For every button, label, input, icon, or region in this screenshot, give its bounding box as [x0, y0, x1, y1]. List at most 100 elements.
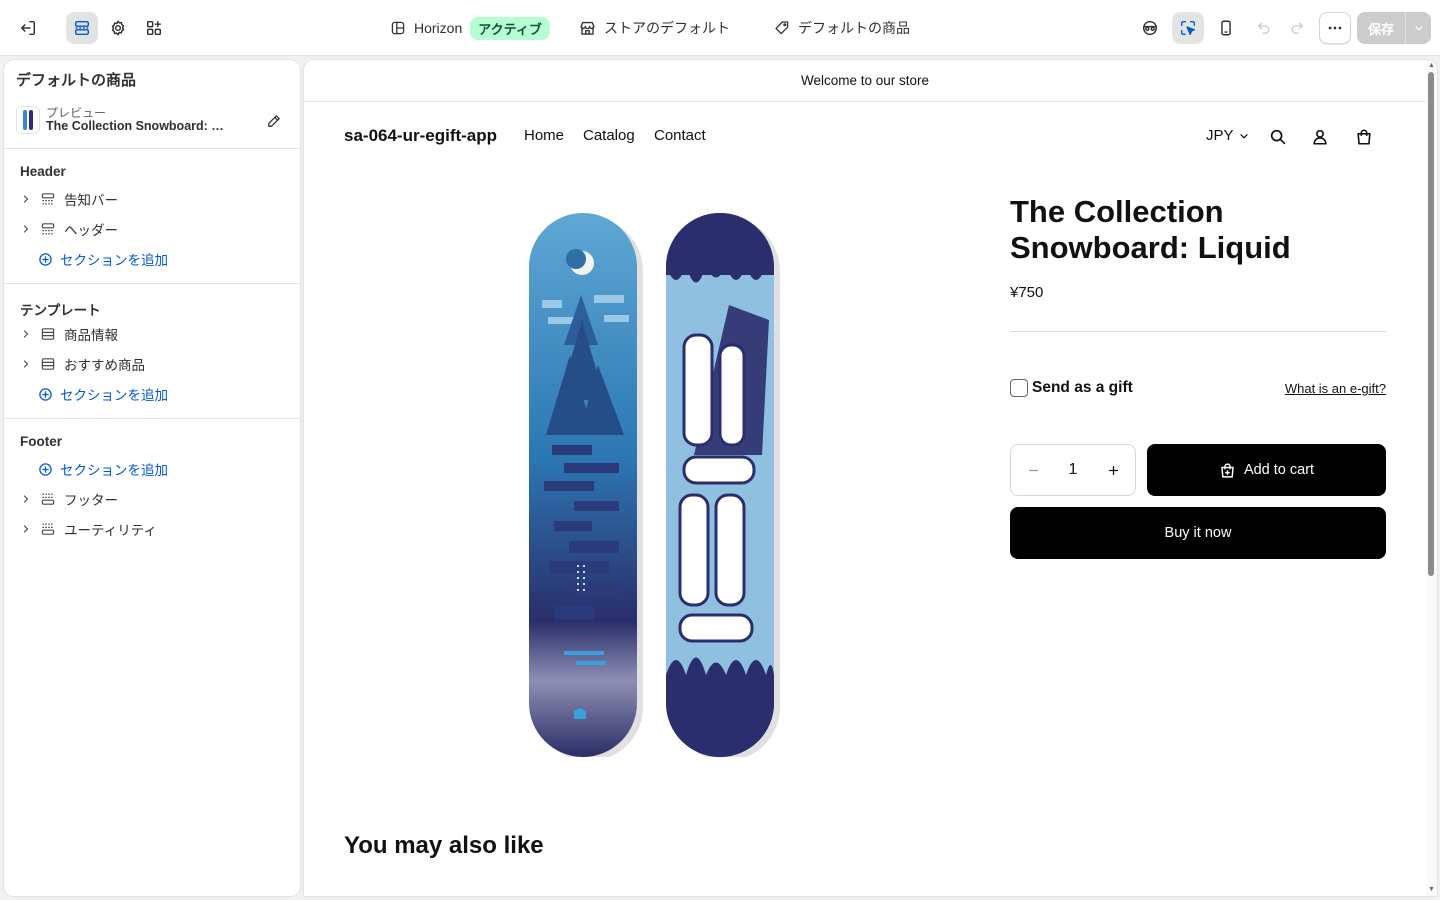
- section-label: ユーティリティ: [64, 523, 157, 538]
- exit-icon: [20, 20, 36, 36]
- group-title-header: Header: [20, 164, 66, 179]
- chevron-right-icon[interactable]: [20, 494, 32, 504]
- search-button[interactable]: [1266, 125, 1290, 149]
- divider: [4, 418, 300, 419]
- group-title-template: テンプレート: [20, 303, 101, 318]
- divider: [4, 283, 300, 284]
- more-actions-button[interactable]: [1319, 12, 1351, 44]
- announcement-bar[interactable]: Welcome to our store: [304, 60, 1426, 102]
- nav-link-home[interactable]: Home: [524, 127, 564, 144]
- add-to-cart-button[interactable]: Add to cart: [1147, 444, 1386, 496]
- store-default-selector[interactable]: ストアのデフォルト: [579, 16, 730, 40]
- exit-button[interactable]: [12, 12, 44, 44]
- store-preview: Welcome to our store sa-064-ur-egift-app…: [304, 60, 1437, 896]
- tag-icon: [775, 21, 789, 35]
- add-section-template[interactable]: セクションを追加: [38, 380, 168, 408]
- section-icon: [40, 326, 56, 342]
- plus-circle-icon: [39, 462, 52, 476]
- apps-button[interactable]: [138, 12, 170, 44]
- buy-now-button[interactable]: Buy it now: [1010, 507, 1386, 559]
- save-button-group: 保存: [1357, 12, 1431, 44]
- currency-code: JPY: [1206, 127, 1234, 144]
- buy-now-label: Buy it now: [1164, 525, 1232, 541]
- quantity-input[interactable]: 1: [1069, 461, 1078, 479]
- section-icon: [40, 491, 56, 507]
- add-section-label: セクションを追加: [60, 253, 168, 268]
- theme-status-badge: アクティブ: [470, 16, 550, 40]
- send-as-gift-checkbox[interactable]: [1010, 379, 1028, 397]
- nav-link-catalog[interactable]: Catalog: [583, 127, 635, 144]
- theme-icon: [391, 21, 405, 35]
- chevron-right-icon[interactable]: [20, 359, 32, 369]
- section-footer[interactable]: フッター: [20, 485, 290, 513]
- divider: [4, 148, 300, 149]
- inspector-icon: [1180, 20, 1196, 36]
- redo-icon: [1291, 22, 1303, 34]
- more-icon: [1328, 26, 1342, 30]
- product-default-label: デフォルトの商品: [798, 20, 910, 36]
- gift-option: Send as a gift What is an e-gift?: [1010, 378, 1386, 400]
- sections-button[interactable]: [66, 12, 98, 44]
- chevron-right-icon[interactable]: [20, 524, 32, 534]
- section-announcement-bar[interactable]: 告知バー: [20, 185, 290, 213]
- inspector-button[interactable]: [1172, 12, 1204, 44]
- add-section-label: セクションを追加: [60, 388, 168, 403]
- add-section-header[interactable]: セクションを追加: [38, 245, 168, 273]
- theme-selector[interactable]: Horizon アクティブ: [390, 16, 550, 40]
- plus-circle-icon: [39, 387, 52, 401]
- save-options-button[interactable]: [1405, 12, 1431, 44]
- preview-view-button[interactable]: [1134, 12, 1166, 44]
- sections-sidebar: デフォルトの商品 プレビュー The Collection Snowboard:…: [4, 60, 300, 896]
- bag-icon: [1357, 129, 1371, 145]
- section-recommended-products[interactable]: おすすめ商品: [20, 350, 290, 378]
- section-label: おすすめ商品: [64, 358, 145, 373]
- chevron-right-icon[interactable]: [20, 224, 32, 234]
- scrollbar-thumb[interactable]: [1428, 72, 1434, 576]
- theme-name: Horizon: [414, 20, 463, 36]
- undo-button[interactable]: [1248, 12, 1280, 44]
- redo-button[interactable]: [1281, 12, 1313, 44]
- user-icon: [1313, 129, 1327, 145]
- send-as-gift-label[interactable]: Send as a gift: [1032, 379, 1133, 397]
- what-is-egift-link[interactable]: What is an e-gift?: [1285, 381, 1386, 396]
- scroll-up-icon[interactable]: ▲: [1428, 62, 1435, 69]
- nav-link-contact[interactable]: Contact: [654, 127, 706, 144]
- search-icon: [1270, 129, 1286, 145]
- cart-button[interactable]: [1352, 125, 1376, 149]
- product-price: ¥750: [1010, 284, 1044, 301]
- minus-icon: [1028, 469, 1038, 471]
- add-section-label: セクションを追加: [60, 463, 168, 478]
- announcement-text: Welcome to our store: [800, 73, 930, 88]
- section-icon: [40, 191, 56, 207]
- product-image[interactable]: [524, 205, 782, 757]
- mobile-view-button[interactable]: [1210, 12, 1242, 44]
- section-utilities[interactable]: ユーティリティ: [20, 515, 290, 543]
- account-button[interactable]: [1308, 125, 1332, 149]
- pencil-icon: [268, 115, 280, 127]
- section-label: 商品情報: [64, 328, 118, 343]
- increase-quantity-button[interactable]: [1105, 462, 1121, 478]
- chevron-right-icon[interactable]: [20, 329, 32, 339]
- product-title: The Collection Snowboard: Liquid: [1010, 194, 1291, 265]
- section-header[interactable]: ヘッダー: [20, 215, 290, 243]
- product-default-selector[interactable]: デフォルトの商品: [774, 16, 910, 40]
- currency-selector[interactable]: JPY: [1206, 127, 1250, 144]
- change-preview-button[interactable]: [260, 107, 288, 135]
- add-section-footer[interactable]: セクションを追加: [38, 455, 168, 483]
- add-to-bag-icon: [1221, 462, 1234, 478]
- preview-scrollbar[interactable]: ▲ ▼: [1426, 60, 1437, 896]
- store-logo-text[interactable]: sa-064-ur-egift-app: [344, 126, 497, 146]
- store-default-label: ストアのデフォルト: [604, 20, 730, 36]
- scroll-down-icon[interactable]: ▼: [1428, 886, 1435, 893]
- preview-product-selector[interactable]: プレビュー The Collection Snowboard: Liquid: [16, 104, 288, 140]
- save-button[interactable]: 保存: [1357, 12, 1405, 44]
- decrease-quantity-button[interactable]: [1025, 462, 1041, 478]
- section-product-information[interactable]: 商品情報: [20, 320, 290, 348]
- section-icon: [40, 521, 56, 537]
- preview-product-name: The Collection Snowboard: Liquid: [46, 119, 226, 133]
- section-label: ヘッダー: [64, 223, 118, 238]
- sections-icon: [74, 20, 90, 36]
- recommendations-heading: You may also like: [344, 832, 544, 859]
- chevron-right-icon[interactable]: [20, 194, 32, 204]
- theme-settings-button[interactable]: [102, 12, 134, 44]
